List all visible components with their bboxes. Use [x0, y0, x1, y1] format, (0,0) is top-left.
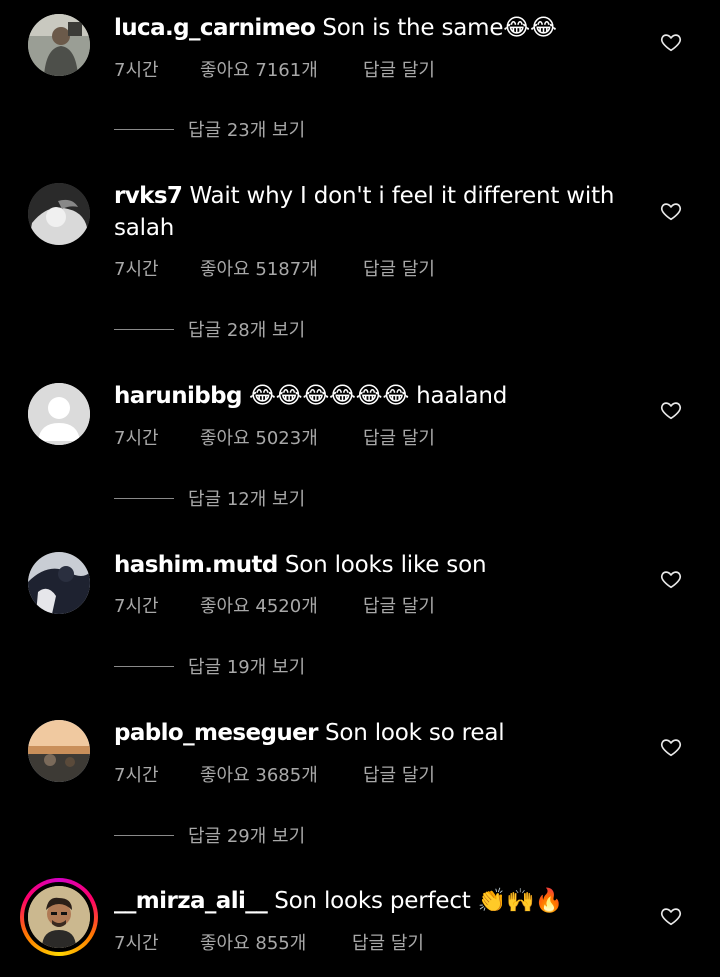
- view-replies-label: 답글 23개 보기: [188, 120, 306, 141]
- comment-time: 7시간: [114, 933, 159, 954]
- comment-username[interactable]: luca.g_carnimeo: [114, 15, 316, 41]
- reply-button[interactable]: 답글 달기: [352, 929, 424, 955]
- view-replies-label: 답글 29개 보기: [188, 826, 306, 847]
- view-replies-button[interactable]: 답글 28개 보기: [114, 316, 305, 342]
- view-replies-label: 답글 28개 보기: [188, 320, 306, 341]
- comment-time: 7시간: [114, 765, 159, 786]
- comment-username[interactable]: harunibbg: [114, 383, 242, 409]
- story-ring: [20, 878, 98, 956]
- comment-username[interactable]: rvks7: [114, 183, 183, 209]
- comment-likes[interactable]: 좋아요 5187개: [200, 255, 363, 281]
- comment-text: Son is the same😂😂: [315, 15, 557, 41]
- heart-icon[interactable]: [660, 31, 682, 53]
- user-avatar: [28, 886, 90, 948]
- comment-time: 7시간: [114, 596, 159, 617]
- divider-line: [114, 665, 174, 667]
- view-replies-button[interactable]: 답글 23개 보기: [114, 116, 305, 142]
- user-avatar[interactable]: [28, 383, 90, 445]
- view-replies-button[interactable]: 답글 19개 보기: [114, 653, 305, 679]
- heart-icon[interactable]: [660, 736, 682, 758]
- comment-likes[interactable]: 좋아요 7161개: [200, 56, 363, 82]
- comment-likes[interactable]: 좋아요 5023개: [200, 424, 363, 450]
- comment-text: Wait why I don't i feel it different wit…: [114, 183, 615, 241]
- comment-time: 7시간: [114, 60, 159, 81]
- reply-button[interactable]: 답글 달기: [363, 255, 435, 281]
- divider-line: [114, 128, 174, 130]
- reply-button[interactable]: 답글 달기: [363, 592, 435, 618]
- heart-icon[interactable]: [660, 905, 682, 927]
- comment-username[interactable]: hashim.mutd: [114, 552, 278, 578]
- comment-time: 7시간: [114, 259, 159, 280]
- comment-likes[interactable]: 좋아요 4520개: [200, 592, 363, 618]
- user-avatar[interactable]: [28, 183, 90, 245]
- comment-username[interactable]: __mirza_ali__: [114, 888, 268, 914]
- heart-icon[interactable]: [660, 399, 682, 421]
- comment-text: Son look so real: [317, 720, 505, 746]
- divider-line: [114, 834, 174, 836]
- comment-time: 7시간: [114, 428, 159, 449]
- reply-button[interactable]: 답글 달기: [363, 56, 435, 82]
- view-replies-label: 답글 12개 보기: [188, 489, 306, 510]
- story-ring-avatar[interactable]: [20, 878, 98, 956]
- comment-text: Son looks perfect 👏🙌🔥: [267, 888, 564, 914]
- heart-icon[interactable]: [660, 200, 682, 222]
- reply-button[interactable]: 답글 달기: [363, 424, 435, 450]
- user-avatar[interactable]: [28, 552, 90, 614]
- user-avatar[interactable]: [28, 720, 90, 782]
- comment-likes[interactable]: 좋아요 3685개: [200, 761, 363, 787]
- comment-text: Son looks like son: [277, 552, 487, 578]
- reply-button[interactable]: 답글 달기: [363, 761, 435, 787]
- comment-likes[interactable]: 좋아요 855개: [200, 929, 352, 955]
- divider-line: [114, 328, 174, 330]
- comment-text: 😂😂😂😂😂😂 haaland: [241, 383, 508, 409]
- divider-line: [114, 497, 174, 499]
- view-replies-button[interactable]: 답글 29개 보기: [114, 822, 305, 848]
- comment-username[interactable]: pablo_meseguer: [114, 720, 318, 746]
- view-replies-label: 답글 19개 보기: [188, 657, 306, 678]
- view-replies-button[interactable]: 답글 12개 보기: [114, 485, 305, 511]
- heart-icon[interactable]: [660, 568, 682, 590]
- user-avatar[interactable]: [28, 14, 90, 76]
